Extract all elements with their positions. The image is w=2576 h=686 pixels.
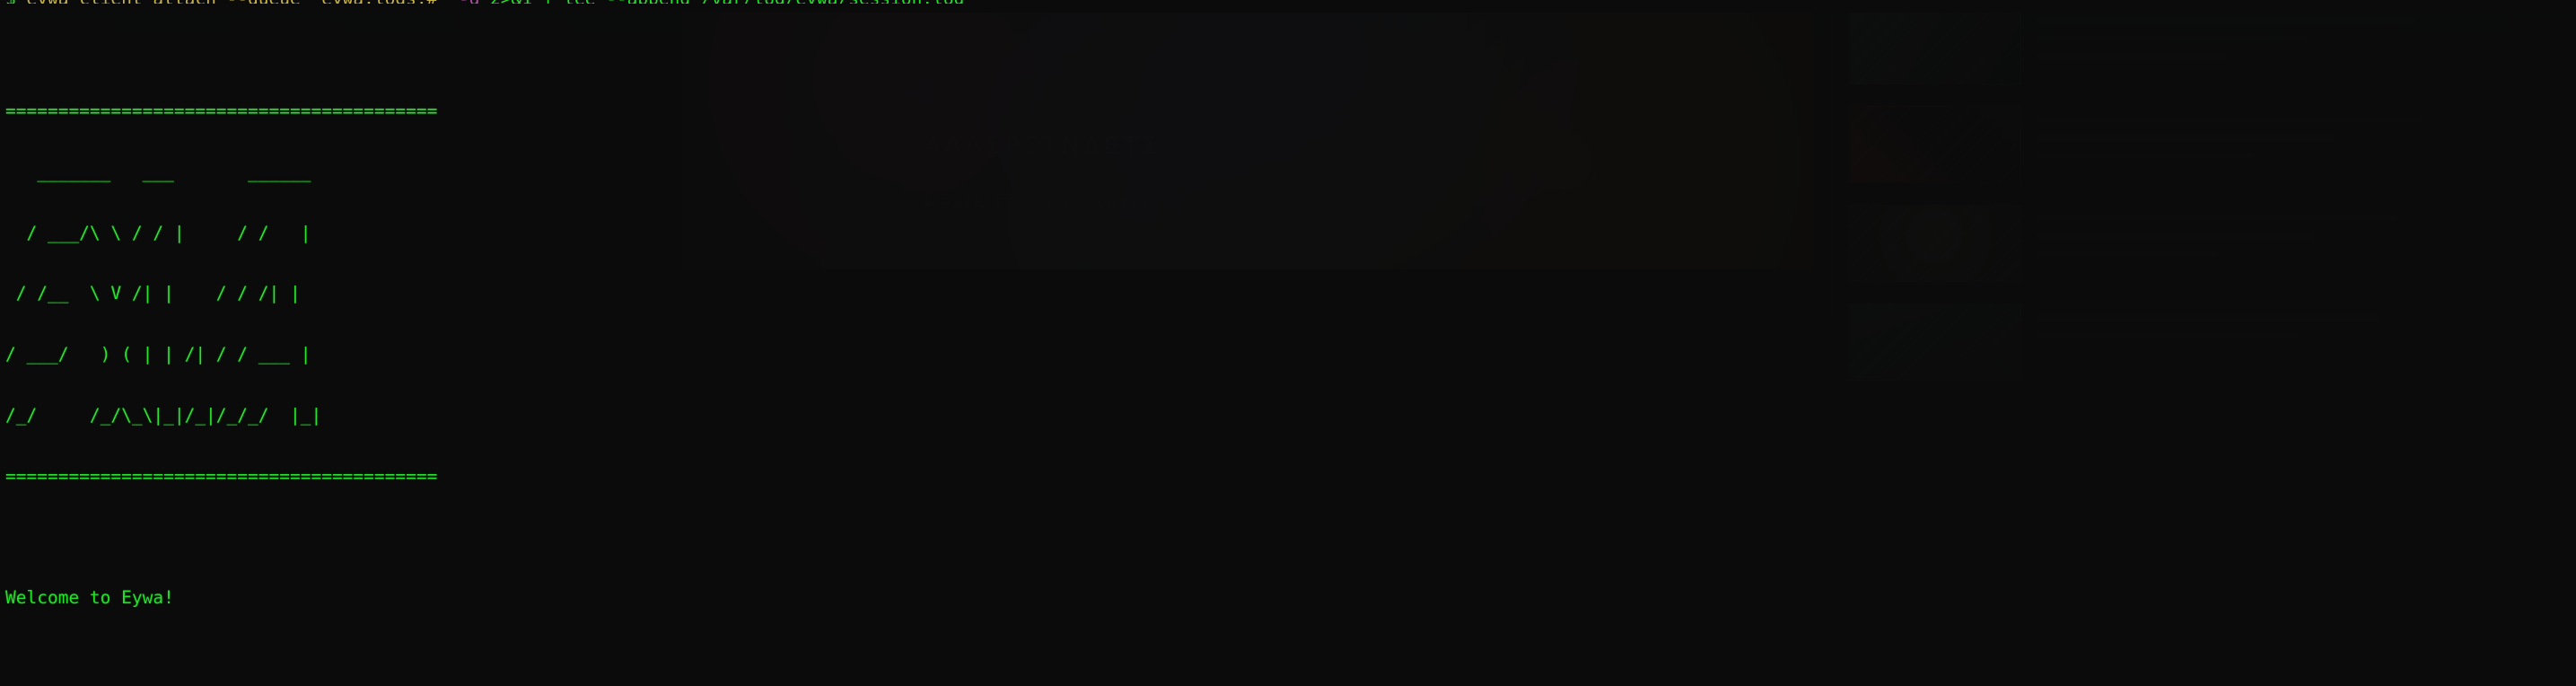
banner-line-2: / ___/\ \ / / | / / | xyxy=(5,222,311,243)
banner-line-3: / /__ \ V /| | / / /| | xyxy=(5,283,301,304)
welcome-message: Welcome to Eywa! xyxy=(5,587,174,609)
banner-line-4: / ___/ ) ( | | /| / / ___ | xyxy=(5,344,311,365)
banner-line-1: _______ ___ ______ xyxy=(5,161,311,182)
banner-divider-top: ========================================… xyxy=(5,100,438,121)
terminal-window[interactable]: $ eywa client attach --queue 'eywa.logs.… xyxy=(0,0,2576,686)
terminal-screen[interactable]: ========================================… xyxy=(0,0,2576,686)
banner-divider-bottom: ========================================… xyxy=(5,465,438,487)
banner-line-5: /_/ /_/\_\|_|/_|/_/_/ |_| xyxy=(5,404,322,426)
